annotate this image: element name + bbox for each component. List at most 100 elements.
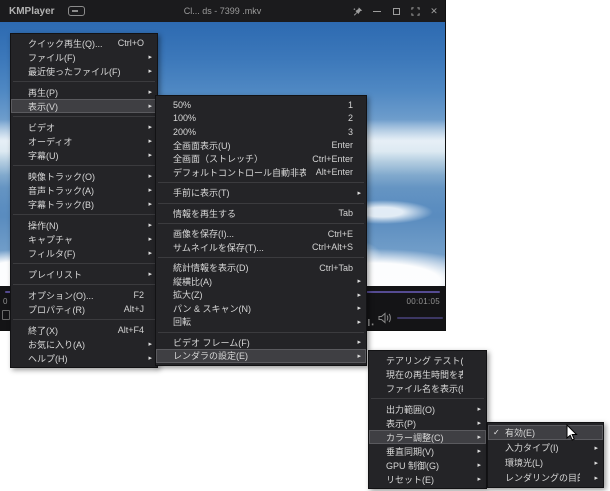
- menu-item[interactable]: 現在の再生時間を表示(I): [369, 367, 486, 381]
- menu-item[interactable]: プレイリスト ▸: [11, 267, 157, 281]
- submenu-arrow-icon: ▸: [357, 352, 361, 360]
- menu-item[interactable]: 50% 1: [156, 98, 366, 112]
- submenu-arrow-icon: ▸: [477, 420, 481, 427]
- menu-item[interactable]: 表示(P) ▸: [369, 416, 486, 430]
- menu-item[interactable]: フィルタ(F) ▸: [11, 246, 157, 260]
- screen: KMPlayer Cl... ds - 7399 .mkv ✕ 0 00:01:…: [0, 0, 610, 491]
- menu-item-shortcut: Alt+Enter: [315, 167, 353, 178]
- menu-item[interactable]: ファイル名を表示(F): [369, 381, 486, 395]
- menu-item[interactable]: 回転 ▸: [156, 315, 366, 329]
- menu-item[interactable]: 字幕トラック(B) ▸: [11, 197, 157, 211]
- menu-item-shortcut: 3: [347, 126, 353, 137]
- menu-item[interactable]: 情報を再生する Tab: [156, 207, 366, 221]
- menu-item-shortcut: 2: [347, 113, 353, 124]
- menu-item[interactable]: 入力タイプ(I) ▸: [488, 440, 603, 455]
- context-menu: クイック再生(Q)... Ctrl+O ファイル(F) ▸ 最近使ったファイル(F) ▸ 再…: [10, 33, 158, 368]
- menu-item-label: フィルタ(F): [28, 248, 76, 259]
- menu-item[interactable]: パン & スキャン(N) ▸: [156, 302, 366, 316]
- menu-item[interactable]: 出力範囲(O) ▸: [369, 402, 486, 416]
- menu-item[interactable]: お気に入り(A) ▸: [11, 337, 157, 351]
- submenu-arrow-icon: ▸: [148, 201, 152, 208]
- submenu-arrow-icon: ▸: [148, 355, 152, 362]
- menu-item[interactable]: 200% 3: [156, 125, 366, 139]
- menu-item[interactable]: 環境光(L) ▸: [488, 455, 603, 470]
- mouse-cursor: [566, 423, 578, 447]
- menu-item[interactable]: 表示(V) ▸: [11, 99, 157, 113]
- submenu-arrow-icon: ▸: [594, 459, 598, 467]
- menu-item[interactable]: レンダリングの目的(R) ▸: [488, 470, 603, 485]
- window-titlebar[interactable]: KMPlayer Cl... ds - 7399 .mkv ✕: [0, 0, 445, 22]
- volume-slider[interactable]: [397, 317, 443, 319]
- submenu-arrow-icon: ▸: [148, 173, 152, 180]
- menu-item[interactable]: クイック再生(Q)... Ctrl+O: [11, 36, 157, 50]
- menu-item[interactable]: デフォルトコントロール自動非表示モード Alt+Enter: [156, 166, 366, 180]
- menu-item[interactable]: ビデオ ▸: [11, 120, 157, 134]
- menu-separator: [13, 81, 155, 82]
- menu-item[interactable]: 再生(P) ▸: [11, 85, 157, 99]
- menu-item[interactable]: カラー調整(C) ▸: [369, 430, 486, 444]
- menu-item-label: 再生(P): [28, 87, 58, 98]
- menu-item[interactable]: 統計情報を表示(D) Ctrl+Tab: [156, 261, 366, 275]
- menu-item[interactable]: 拡大(Z) ▸: [156, 288, 366, 302]
- menu-item-label: デフォルトコントロール自動非表示モード: [173, 167, 306, 178]
- menu-item[interactable]: 手前に表示(T) ▸: [156, 186, 366, 200]
- restore-icon[interactable]: [391, 5, 401, 17]
- menu-item-label: 情報を再生する: [173, 208, 237, 219]
- control-button-partial[interactable]: [2, 310, 10, 320]
- always-on-top-pin-icon[interactable]: [353, 5, 363, 17]
- menu-item[interactable]: 縦横比(A) ▸: [156, 275, 366, 289]
- menu-item[interactable]: リセット(E) ▸: [369, 472, 486, 486]
- menu-separator: [13, 319, 155, 320]
- menu-item[interactable]: 全画面（ストレッチ） Ctrl+Enter: [156, 152, 366, 166]
- submenu-arrow-icon: ▸: [477, 448, 481, 455]
- renderer-settings-submenu: テアリング テスト(T) 現在の再生時間を表示(I) ファイル名を表示(F) 出力範囲…: [368, 350, 487, 489]
- submenu-arrow-icon: ▸: [148, 222, 152, 229]
- menu-item-label: 縦横比(A): [173, 276, 212, 287]
- menu-item[interactable]: 字幕(U) ▸: [11, 148, 157, 162]
- menu-item[interactable]: 全画面表示(U) Enter: [156, 139, 366, 153]
- menu-item[interactable]: 垂直同期(V) ▸: [369, 444, 486, 458]
- menu-item[interactable]: サムネイルを保存(T)... Ctrl+Alt+S: [156, 241, 366, 255]
- minimize-icon[interactable]: [372, 5, 382, 17]
- menu-item[interactable]: 映像トラック(O) ▸: [11, 169, 157, 183]
- menu-item-label: 音声トラック(A): [28, 185, 94, 196]
- menu-item[interactable]: ビデオ フレーム(F) ▸: [156, 336, 366, 350]
- menu-item-label: プロパティ(R): [28, 304, 85, 315]
- menu-item-label: お気に入り(A): [28, 339, 85, 350]
- menu-item[interactable]: プロパティ(R) Alt+J: [11, 302, 157, 316]
- menu-item-label: 環境光(L): [505, 458, 543, 468]
- menu-item[interactable]: レンダラの設定(E) ▸: [156, 349, 366, 363]
- miniplayer-icon[interactable]: [67, 6, 85, 16]
- menu-item[interactable]: 音声トラック(A) ▸: [11, 183, 157, 197]
- menu-item[interactable]: テアリング テスト(T): [369, 353, 486, 367]
- current-time-partial: 0: [3, 297, 8, 306]
- menu-item-label: パン & スキャン(N): [173, 303, 251, 314]
- menu-item[interactable]: 100% 2: [156, 112, 366, 126]
- close-icon[interactable]: ✕: [429, 5, 439, 17]
- fullscreen-icon[interactable]: [410, 5, 420, 17]
- menu-item[interactable]: キャプチャ ▸: [11, 232, 157, 246]
- menu-item-label: オプション(O)...: [28, 290, 94, 301]
- submenu-arrow-icon: ▸: [148, 124, 152, 131]
- menu-item-label: サムネイルを保存(T)...: [173, 242, 264, 253]
- menu-item[interactable]: ヘルプ(H) ▸: [11, 351, 157, 365]
- submenu-arrow-icon: ▸: [477, 476, 481, 483]
- elapsed-time: 00:01:05: [406, 297, 440, 306]
- menu-item[interactable]: ✓ 有効(E): [488, 425, 603, 440]
- menu-item[interactable]: 最近使ったファイル(F) ▸: [11, 64, 157, 78]
- submenu-arrow-icon: ▸: [148, 54, 152, 61]
- menu-item[interactable]: オプション(O)... F2: [11, 288, 157, 302]
- check-icon: ✓: [493, 428, 500, 437]
- menu-item[interactable]: オーディオ ▸: [11, 134, 157, 148]
- submenu-arrow-icon: ▸: [594, 474, 598, 482]
- menu-item[interactable]: 操作(N) ▸: [11, 218, 157, 232]
- menu-item[interactable]: 終了(X) Alt+F4: [11, 323, 157, 337]
- submenu-arrow-icon: ▸: [357, 318, 361, 326]
- menu-item-label: 統計情報を表示(D): [173, 263, 249, 274]
- menu-item[interactable]: ファイル(F) ▸: [11, 50, 157, 64]
- menu-item[interactable]: 画像を保存(I)... Ctrl+E: [156, 227, 366, 241]
- menu-item-label: ファイル名を表示(F): [386, 383, 463, 394]
- volume-speaker-icon[interactable]: [378, 311, 392, 329]
- menu-item-label: ヘルプ(H): [28, 353, 68, 364]
- menu-item[interactable]: GPU 制御(G) ▸: [369, 458, 486, 472]
